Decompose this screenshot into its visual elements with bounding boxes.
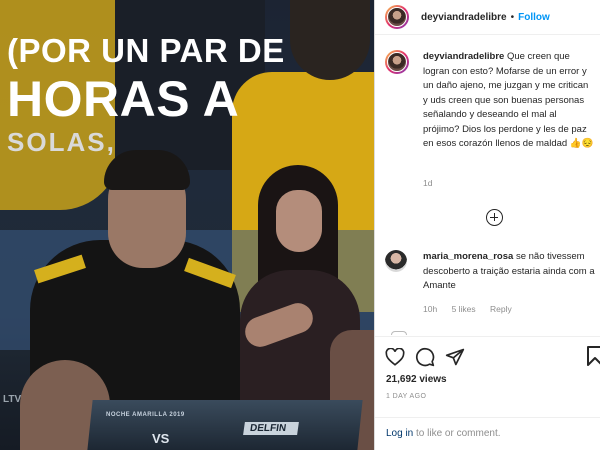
- action-icons: [385, 345, 465, 369]
- scoreboard-team-name: DELFIN: [243, 422, 300, 435]
- post-side-panel: deyviandradelibre • Follow deyviandradel…: [374, 0, 600, 450]
- scoreboard-banner: [87, 400, 363, 450]
- commenter-avatar[interactable]: [385, 250, 407, 272]
- caption-text: Que creen que logran con esto? Mofarse d…: [423, 51, 594, 149]
- login-prompt-text: to like or comment.: [413, 428, 501, 439]
- comment-reply-button[interactable]: Reply: [490, 304, 512, 314]
- video-caption-line-1: (POR UN PAR DE: [7, 32, 285, 69]
- caption-age[interactable]: 1d: [423, 178, 432, 188]
- post-media-video[interactable]: (POR UN PAR DE HORAS A SOLAS, NOCHE AMAR…: [0, 0, 374, 450]
- scoreboard-event-title: NOCHE AMARILLA 2019: [106, 412, 185, 418]
- comment-likes[interactable]: 5 likes: [452, 304, 476, 314]
- share-icon[interactable]: [445, 347, 465, 367]
- next-comment-avatar-partial: [391, 331, 407, 335]
- comments-list[interactable]: deyviandradelibre Que creen que logran c…: [375, 36, 600, 336]
- comment-username[interactable]: maria_morena_rosa: [423, 251, 513, 262]
- load-more-comments-icon[interactable]: [486, 209, 503, 226]
- man-hair: [104, 150, 190, 190]
- view-count[interactable]: 21,692 views: [386, 374, 447, 385]
- crowd-head-right: [290, 0, 370, 80]
- broadcaster-logo: LTV: [3, 394, 22, 405]
- follow-button[interactable]: Follow: [518, 12, 550, 23]
- login-prompt: Log in to like or comment.: [375, 417, 600, 450]
- comment-body: maria_morena_rosa se não tivessem descob…: [423, 250, 595, 294]
- post-actions: 21,692 views 1 DAY AGO Log in to like or…: [375, 336, 600, 450]
- caption-body: deyviandradelibre Que creen que logran c…: [423, 50, 595, 152]
- author-avatar[interactable]: [385, 5, 409, 29]
- login-link[interactable]: Log in: [386, 428, 413, 439]
- heart-icon[interactable]: [385, 348, 405, 366]
- video-caption-line-3: SOLAS,: [7, 127, 116, 157]
- caption-meta: 1d: [423, 178, 444, 188]
- post-timestamp[interactable]: 1 DAY AGO: [386, 393, 426, 400]
- comment-icon[interactable]: [415, 347, 435, 367]
- post-header: deyviandradelibre • Follow: [375, 0, 600, 35]
- scoreboard-vs: VS: [152, 431, 170, 446]
- bookmark-icon[interactable]: [587, 346, 600, 371]
- caption-author-avatar[interactable]: [385, 50, 409, 74]
- caption-username[interactable]: deyviandradelibre: [423, 51, 504, 62]
- video-caption-line-2: HORAS A: [7, 71, 240, 127]
- comment-meta: 10h 5 likes Reply: [423, 304, 524, 314]
- header-separator: •: [510, 11, 515, 23]
- comment-age[interactable]: 10h: [423, 304, 437, 314]
- woman-face: [276, 190, 322, 252]
- comment-item: maria_morena_rosa se não tivessem descob…: [385, 250, 595, 314]
- author-username[interactable]: deyviandradelibre: [421, 12, 507, 23]
